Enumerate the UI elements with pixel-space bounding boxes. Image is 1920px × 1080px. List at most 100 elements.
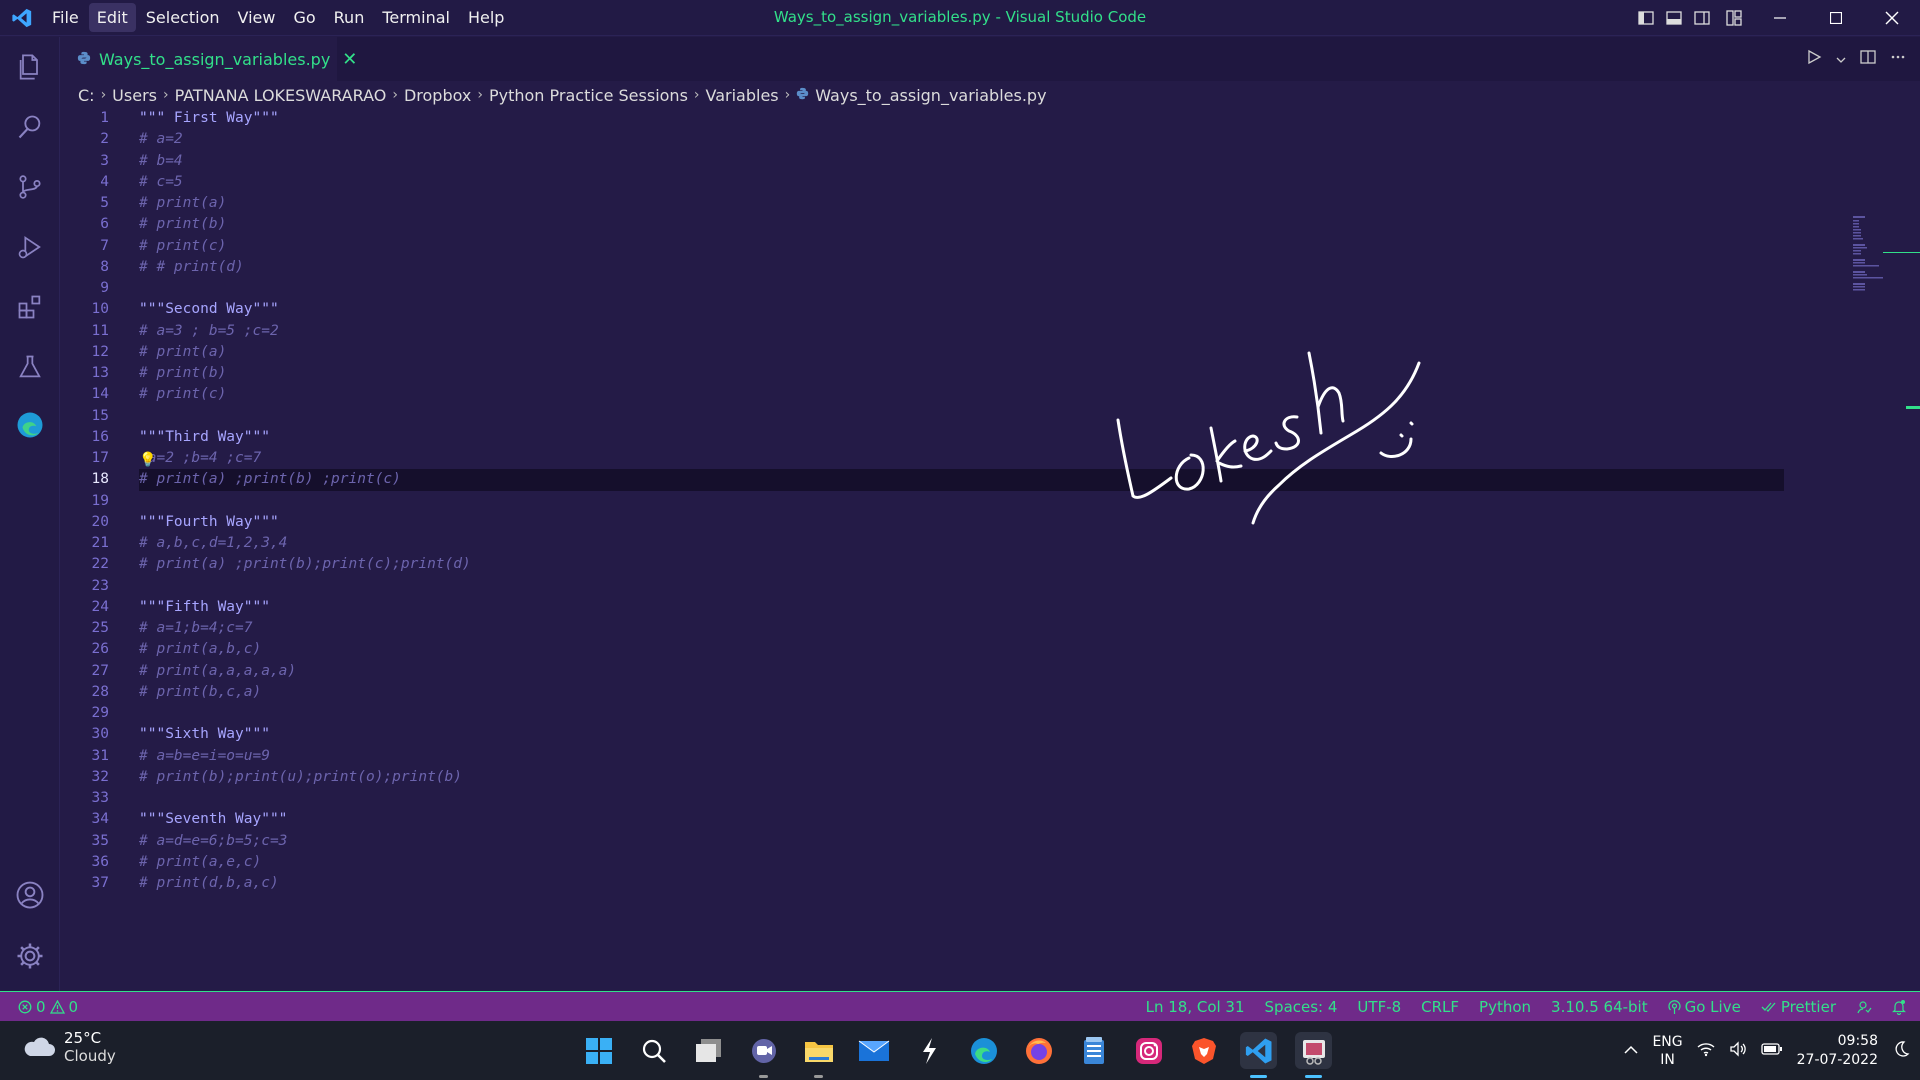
code-line[interactable]: # print(a,e,c) xyxy=(139,852,1844,873)
explorer-icon[interactable] xyxy=(14,51,46,83)
toggle-primary-sidebar-icon[interactable] xyxy=(1632,0,1660,36)
code-line[interactable]: # print(c) xyxy=(139,236,1844,257)
code-line[interactable]: # print(a) xyxy=(139,342,1844,363)
code-line[interactable]: # a=2 xyxy=(139,129,1844,150)
menu-edit[interactable]: Edit xyxy=(88,3,136,32)
task-view-icon[interactable] xyxy=(690,1032,727,1069)
go-live-button[interactable]: Go Live xyxy=(1668,998,1741,1016)
wifi-icon[interactable] xyxy=(1697,1041,1715,1061)
more-actions-icon[interactable] xyxy=(1890,49,1906,69)
chevron-down-icon[interactable] xyxy=(1836,50,1846,69)
code-line[interactable] xyxy=(139,278,1844,299)
split-editor-icon[interactable] xyxy=(1860,49,1876,69)
notifications-bell-icon[interactable] xyxy=(1892,999,1906,1015)
breadcrumb-item[interactable]: PATNANA LOKESWARARAO xyxy=(175,86,387,105)
code-line[interactable] xyxy=(139,491,1844,512)
code-line[interactable]: # b=4 xyxy=(139,151,1844,172)
indentation-setting[interactable]: Spaces: 4 xyxy=(1265,998,1338,1016)
menu-run[interactable]: Run xyxy=(326,3,373,32)
tab-ways-to-assign-variables[interactable]: Ways_to_assign_variables.py ✕ xyxy=(61,37,357,81)
menu-selection[interactable]: Selection xyxy=(138,3,228,32)
breadcrumb-item[interactable]: Variables xyxy=(706,86,779,105)
code-line[interactable] xyxy=(139,576,1844,597)
source-control-icon[interactable] xyxy=(14,171,46,203)
code-line[interactable]: # a,b,c,d=1,2,3,4 xyxy=(139,533,1844,554)
code-line[interactable]: """Third Way""" xyxy=(139,427,1844,448)
code-line[interactable]: # print(b) xyxy=(139,363,1844,384)
minimap[interactable] xyxy=(1843,216,1920,306)
code-line[interactable]: 💡 a=2 ;b=4 ;c=7 xyxy=(139,448,1844,469)
code-line[interactable]: # print(a,b,c) xyxy=(139,639,1844,660)
code-line[interactable]: # # print(d) xyxy=(139,257,1844,278)
breadcrumb-item[interactable]: Python Practice Sessions xyxy=(489,86,688,105)
volume-icon[interactable] xyxy=(1729,1040,1747,1061)
notepad-icon[interactable] xyxy=(1075,1032,1112,1069)
snipping-tool-icon[interactable] xyxy=(1295,1032,1332,1078)
code-line[interactable]: # print(b);print(u);print(o);print(b) xyxy=(139,767,1844,788)
input-language[interactable]: ENG IN xyxy=(1652,1033,1682,1069)
run-debug-icon[interactable] xyxy=(14,231,46,263)
vscode-taskbar-icon[interactable] xyxy=(1240,1032,1277,1078)
app-s-icon[interactable] xyxy=(910,1032,947,1069)
toggle-panel-icon[interactable] xyxy=(1660,0,1688,36)
code-line[interactable]: # print(a) ;print(b);print(c);print(d) xyxy=(139,554,1844,575)
instagram-icon[interactable] xyxy=(1130,1032,1167,1069)
code-line[interactable]: # print(d,b,a,c) xyxy=(139,873,1844,894)
code-line[interactable]: # print(c) xyxy=(139,384,1844,405)
windows-start-icon[interactable] xyxy=(580,1032,617,1069)
maximize-button[interactable] xyxy=(1808,0,1864,36)
code-line[interactable]: # print(a) xyxy=(139,193,1844,214)
settings-gear-icon[interactable] xyxy=(14,940,46,972)
edge-devtools-icon[interactable] xyxy=(14,409,46,441)
language-mode[interactable]: Python xyxy=(1479,998,1531,1016)
breadcrumb-item[interactable]: Ways_to_assign_variables.py xyxy=(815,86,1046,105)
menu-view[interactable]: View xyxy=(230,3,284,32)
breadcrumb-item[interactable]: Users xyxy=(112,86,157,105)
python-interpreter[interactable]: 3.10.5 64-bit xyxy=(1551,998,1648,1016)
taskbar-search-icon[interactable] xyxy=(635,1032,672,1069)
code-line[interactable]: # print(b,c,a) xyxy=(139,682,1844,703)
code-line[interactable]: """Fourth Way""" xyxy=(139,512,1844,533)
code-line[interactable]: """Second Way""" xyxy=(139,299,1844,320)
end-of-line[interactable]: CRLF xyxy=(1421,998,1459,1016)
search-icon[interactable] xyxy=(14,111,46,143)
code-line[interactable] xyxy=(139,703,1844,724)
prettier-button[interactable]: Prettier xyxy=(1761,998,1836,1016)
code-line[interactable]: """Sixth Way""" xyxy=(139,724,1844,745)
code-lines[interactable]: """ First Way""" # a=2 # b=4 # c=5 # print(a… xyxy=(139,108,1844,894)
breadcrumb-item[interactable]: Dropbox xyxy=(404,86,471,105)
cursor-position[interactable]: Ln 18, Col 31 xyxy=(1146,998,1245,1016)
testing-flask-icon[interactable] xyxy=(14,351,46,383)
problems-indicator[interactable]: 0 0 xyxy=(18,998,78,1016)
brave-browser-icon[interactable] xyxy=(1185,1032,1222,1069)
accounts-icon[interactable] xyxy=(14,879,46,911)
show-hidden-icons-chevron-icon[interactable] xyxy=(1624,1043,1638,1059)
edge-browser-icon[interactable] xyxy=(965,1032,1002,1069)
focus-assist-moon-icon[interactable] xyxy=(1892,1040,1910,1062)
feedback-icon[interactable] xyxy=(1856,999,1872,1015)
run-python-file-icon[interactable] xyxy=(1806,49,1822,69)
teams-chat-icon[interactable] xyxy=(745,1032,782,1078)
code-line[interactable]: # a=b=e=i=o=u=9 xyxy=(139,746,1844,767)
code-line[interactable] xyxy=(139,788,1844,809)
code-line[interactable]: # print(a) ;print(b) ;print(c) xyxy=(139,469,1784,491)
code-editor[interactable]: 1 2 3 4 5 6 7 8 9 10 11 12 13 14 15 16 17 18 19 20 21 22 23 24 2… xyxy=(61,108,1920,991)
tab-close-icon[interactable]: ✕ xyxy=(342,49,357,70)
code-line[interactable]: """ First Way""" xyxy=(139,108,1844,129)
code-line[interactable]: # a=3 ; b=5 ;c=2 xyxy=(139,321,1844,342)
breadcrumb-item[interactable]: C: xyxy=(78,86,95,105)
minimize-button[interactable] xyxy=(1752,0,1808,36)
code-line[interactable] xyxy=(139,406,1844,427)
toggle-secondary-sidebar-icon[interactable] xyxy=(1688,0,1716,36)
file-encoding[interactable]: UTF-8 xyxy=(1357,998,1401,1016)
extensions-icon[interactable] xyxy=(14,291,46,323)
code-line[interactable]: # print(a,a,a,a,a) xyxy=(139,661,1844,682)
battery-icon[interactable] xyxy=(1760,1042,1783,1060)
code-line[interactable]: """Seventh Way""" xyxy=(139,809,1844,830)
close-window-button[interactable] xyxy=(1864,0,1920,36)
code-line[interactable]: # c=5 xyxy=(139,172,1844,193)
code-line[interactable]: """Fifth Way""" xyxy=(139,597,1844,618)
weather-widget[interactable]: 25°C Cloudy xyxy=(22,1029,116,1065)
customize-layout-icon[interactable] xyxy=(1716,0,1752,36)
menu-go[interactable]: Go xyxy=(285,3,323,32)
